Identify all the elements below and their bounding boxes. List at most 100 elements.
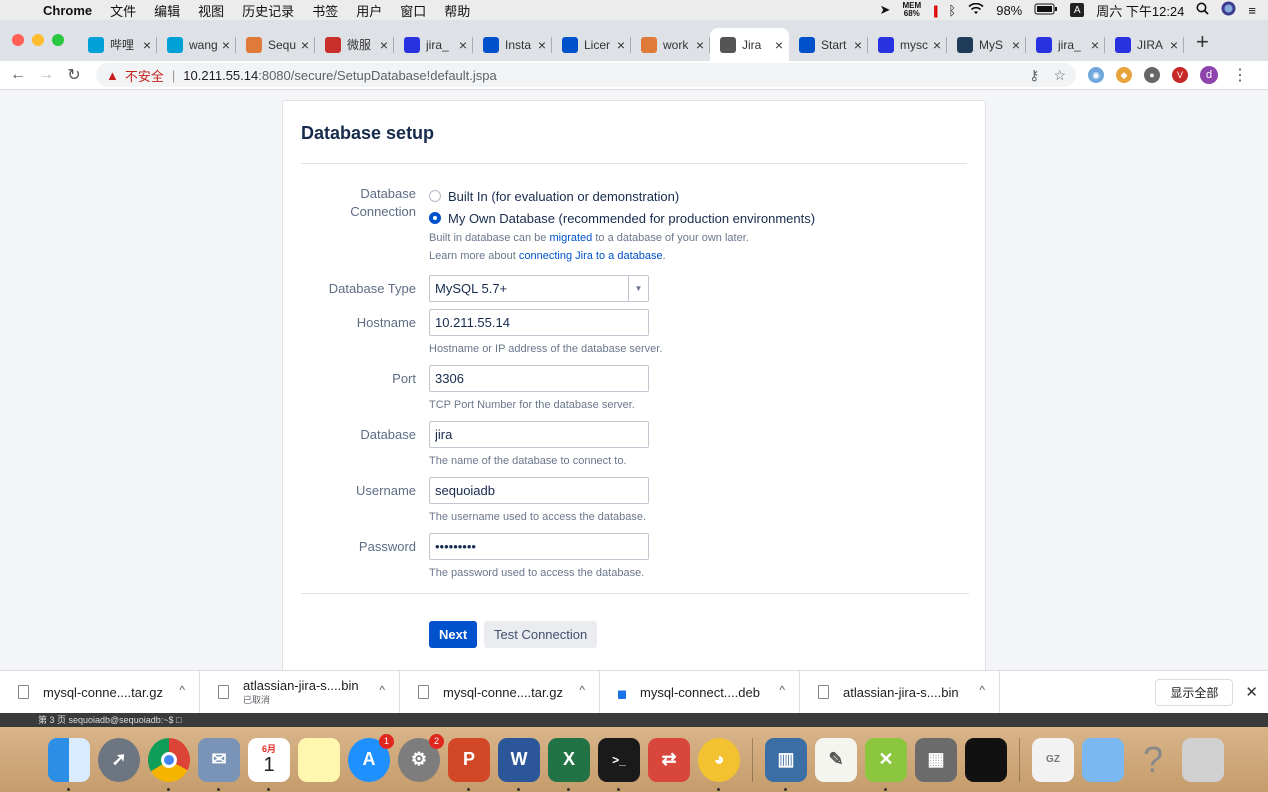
download-item[interactable]: atlassian-jira-s....bin ^	[800, 670, 1000, 714]
battery-icon[interactable]	[1034, 3, 1058, 18]
word-icon[interactable]: W	[498, 737, 540, 791]
excel-icon[interactable]: X	[548, 737, 590, 791]
close-tab-icon[interactable]: ×	[696, 37, 704, 53]
chrome-icon[interactable]	[148, 737, 190, 791]
send-arrow-icon[interactable]: ➤	[880, 2, 891, 18]
warning-triangle-icon[interactable]: ▲	[106, 68, 119, 83]
terminal-window-icon[interactable]	[965, 737, 1007, 782]
menu-file[interactable]: 文件	[101, 1, 145, 20]
spotlight-search-icon[interactable]	[1196, 2, 1210, 18]
siri-icon[interactable]	[1221, 1, 1236, 19]
metamask-fox-icon[interactable]: ◆	[1116, 67, 1132, 83]
menu-bookmarks[interactable]: 书签	[303, 1, 347, 20]
close-tab-icon[interactable]: ×	[1091, 37, 1099, 53]
app-store-icon[interactable]: A1	[348, 733, 394, 782]
chevron-down-icon[interactable]: ▼	[628, 276, 648, 301]
browser-tab[interactable]: wang ×	[157, 28, 236, 61]
browser-tab[interactable]: Sequ ×	[236, 28, 315, 61]
download-item[interactable]: mysql-conne....tar.gz ^	[0, 670, 200, 714]
reload-icon[interactable]: ↻	[60, 65, 88, 85]
close-tab-icon[interactable]: ×	[459, 37, 467, 53]
browser-tab[interactable]: jira_ ×	[1026, 28, 1105, 61]
downloads-folder-icon[interactable]	[1082, 737, 1124, 782]
clock[interactable]: 周六 下午12:24	[1096, 1, 1184, 20]
browser-tab[interactable]: work ×	[631, 28, 710, 61]
calendar-icon[interactable]: 6月 1	[248, 737, 290, 791]
close-tab-icon[interactable]: ×	[222, 37, 230, 53]
memory-status[interactable]: MEM 68%	[902, 2, 921, 18]
cyberduck-icon[interactable]: ◕	[698, 737, 740, 791]
calculator-icon[interactable]: ▦	[915, 737, 957, 782]
parallels-vm-icon[interactable]: ▥	[765, 737, 807, 791]
download-item[interactable]: mysql-connect....deb ^	[600, 670, 800, 714]
forward-arrow-icon[interactable]: →	[32, 66, 60, 84]
xmind-icon[interactable]: ✕	[865, 737, 907, 791]
system-preferences-gear-icon[interactable]: ⚙ 2	[398, 733, 444, 782]
close-tab-icon[interactable]: ×	[1012, 37, 1020, 53]
radio-own-circle[interactable]	[429, 212, 441, 224]
password-input[interactable]	[429, 533, 649, 560]
chrome-menu-icon[interactable]: ⋮	[1232, 65, 1248, 85]
browser-tab[interactable]: Insta ×	[473, 28, 552, 61]
radio-own-database[interactable]: My Own Database (recommended for product…	[429, 207, 815, 229]
bookmark-star-icon[interactable]: ☆	[1053, 67, 1066, 84]
wifi-icon[interactable]	[968, 2, 984, 18]
show-all-button[interactable]: 显示全部	[1155, 678, 1234, 706]
database-input[interactable]	[429, 421, 649, 448]
browser-tab[interactable]: Start ×	[789, 28, 868, 61]
browser-tab[interactable]: 哔哩 ×	[78, 28, 157, 61]
back-arrow-icon[interactable]: ←	[4, 66, 32, 84]
radio-own-label[interactable]: My Own Database (recommended for product…	[448, 211, 815, 226]
chevron-up-icon[interactable]: ^	[779, 683, 785, 697]
hostname-input[interactable]	[429, 309, 649, 336]
powerpoint-icon[interactable]: P	[448, 737, 490, 791]
key-icon[interactable]: ⚷	[1029, 67, 1039, 84]
close-tab-icon[interactable]: ×	[143, 37, 151, 53]
browser-tab[interactable]: Jira ×	[710, 28, 789, 61]
chevron-up-icon[interactable]: ^	[979, 683, 985, 697]
finder-icon[interactable]	[48, 737, 90, 791]
battery-percent[interactable]: 98%	[996, 3, 1022, 18]
username-input[interactable]	[429, 477, 649, 504]
menu-people[interactable]: 用户	[347, 1, 391, 20]
close-tab-icon[interactable]: ×	[617, 37, 625, 53]
migrated-link[interactable]: migrated	[549, 232, 592, 244]
close-tab-icon[interactable]: ×	[933, 37, 941, 53]
close-tab-icon[interactable]: ×	[380, 37, 388, 53]
notification-center-icon[interactable]: ≡	[1248, 3, 1256, 18]
radio-builtin-circle[interactable]	[429, 190, 441, 202]
close-window-button[interactable]	[12, 34, 24, 46]
chevron-up-icon[interactable]: ^	[379, 683, 385, 697]
not-secure-label[interactable]: 不安全	[125, 66, 164, 85]
textedit-icon[interactable]: ✎	[815, 737, 857, 782]
input-method-icon[interactable]: A	[1070, 3, 1085, 17]
new-tab-button[interactable]: +	[1184, 29, 1221, 61]
download-item[interactable]: mysql-conne....tar.gz ^	[400, 670, 600, 714]
extension-circle-icon[interactable]: ●	[1144, 67, 1160, 83]
zoom-window-button[interactable]	[52, 34, 64, 46]
trash-icon[interactable]	[1182, 737, 1224, 782]
minimize-window-button[interactable]	[32, 34, 44, 46]
address-bar[interactable]: ▲ 不安全 | 10.211.55.14:8080/secure/SetupDa…	[96, 63, 1076, 87]
terminal-icon[interactable]: >_	[598, 737, 640, 791]
close-tab-icon[interactable]: ×	[1170, 37, 1178, 53]
bluetooth-icon[interactable]: ᛒ	[948, 3, 956, 18]
close-tab-icon[interactable]: ×	[301, 37, 309, 53]
browser-tab[interactable]: MyS ×	[947, 28, 1026, 61]
browser-tab[interactable]: mysc ×	[868, 28, 947, 61]
menu-history[interactable]: 历史记录	[233, 1, 303, 20]
menu-edit[interactable]: 编辑	[145, 1, 189, 20]
next-button[interactable]: Next	[429, 621, 478, 648]
test-connection-button[interactable]: Test Connection	[484, 621, 598, 648]
menu-view[interactable]: 视图	[189, 1, 233, 20]
menu-help[interactable]: 帮助	[435, 1, 479, 20]
mail-eagle-icon[interactable]: ✉	[198, 737, 240, 791]
gz-archive-icon[interactable]: GZ	[1032, 737, 1074, 782]
menu-window[interactable]: 窗口	[391, 1, 435, 20]
browser-tab[interactable]: jira_ ×	[394, 28, 473, 61]
browser-tab[interactable]: JIRA ×	[1105, 28, 1184, 61]
close-download-shelf-icon[interactable]: ✕	[1245, 683, 1258, 701]
database-type-select[interactable]: MySQL 5.7+ ▼	[429, 275, 649, 302]
extension-globe-icon[interactable]: ◉	[1088, 67, 1104, 83]
close-tab-icon[interactable]: ×	[854, 37, 862, 53]
